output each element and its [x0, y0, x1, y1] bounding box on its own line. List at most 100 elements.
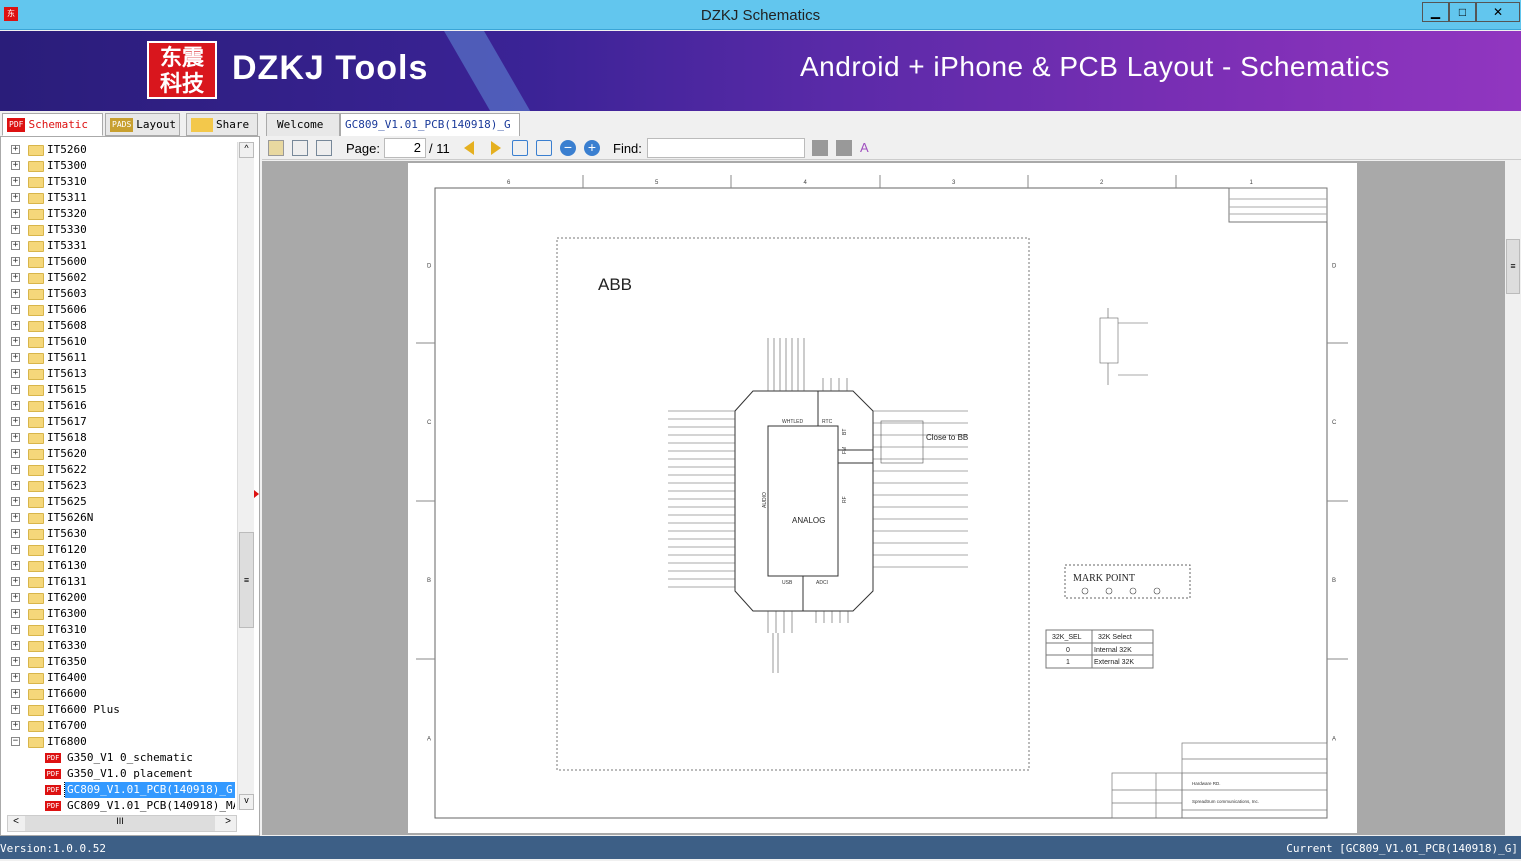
expand-icon[interactable]: + — [11, 417, 20, 426]
expand-icon[interactable]: + — [11, 529, 20, 538]
expand-icon[interactable]: + — [11, 481, 20, 490]
tree-folder[interactable]: + IT5602 — [1, 270, 235, 286]
tree-folder[interactable]: + IT5618 — [1, 430, 235, 446]
tab-welcome[interactable]: Welcome — [266, 113, 340, 136]
expand-icon[interactable]: + — [11, 161, 20, 170]
expand-icon[interactable]: + — [11, 625, 20, 634]
tree-folder[interactable]: + IT6400 — [1, 670, 235, 686]
tree-folder[interactable]: + IT5615 — [1, 382, 235, 398]
open-icon[interactable] — [268, 140, 284, 156]
tree-folder[interactable]: + IT5260 — [1, 142, 235, 158]
tree-folder[interactable]: + IT5606 — [1, 302, 235, 318]
minimize-button[interactable]: ▁ — [1422, 2, 1449, 22]
expand-icon[interactable]: + — [11, 561, 20, 570]
tree-folder[interactable]: + IT6200 — [1, 590, 235, 606]
tree-folder[interactable]: + IT5616 — [1, 398, 235, 414]
splitter-arrow-icon[interactable] — [254, 490, 259, 498]
scroll-up-arrow-icon[interactable]: ^ — [239, 142, 254, 158]
tree-folder[interactable]: + IT6300 — [1, 606, 235, 622]
tree-folder[interactable]: + IT5623 — [1, 478, 235, 494]
tree-folder[interactable]: + IT6310 — [1, 622, 235, 638]
tree-folder[interactable]: + IT6350 — [1, 654, 235, 670]
tree-folder[interactable]: + IT5610 — [1, 334, 235, 350]
previous-page-icon[interactable] — [464, 141, 474, 155]
expand-icon[interactable]: + — [11, 673, 20, 682]
tree-folder[interactable]: + IT5320 — [1, 206, 235, 222]
tree-folder[interactable]: + IT6120 — [1, 542, 235, 558]
tab-document[interactable]: GC809_V1.01_PCB(140918)_G × — [340, 113, 520, 152]
document-viewer[interactable]: 6 5 4 3 2 1 D D C C B B A A ABB ANALOG WHTLED RTC AUD… — [262, 161, 1505, 835]
expand-icon[interactable]: + — [11, 705, 20, 714]
scroll-thumb[interactable]: ≡ — [239, 532, 254, 628]
scroll-down-arrow-icon[interactable]: v — [239, 794, 254, 810]
match-case-icon[interactable]: A — [860, 140, 876, 156]
tree-folder[interactable]: + IT5311 — [1, 190, 235, 206]
page-prev-icon[interactable] — [292, 140, 308, 156]
expand-icon[interactable]: + — [11, 577, 20, 586]
tree-folder[interactable]: + IT6131 — [1, 574, 235, 590]
expand-icon[interactable]: + — [11, 257, 20, 266]
tree-folder[interactable]: + IT5330 — [1, 222, 235, 238]
expand-icon[interactable]: + — [11, 545, 20, 554]
page-input[interactable]: 2 — [384, 138, 426, 158]
expand-icon[interactable]: + — [11, 241, 20, 250]
expand-icon[interactable]: + — [11, 337, 20, 346]
tree-folder[interactable]: + IT5608 — [1, 318, 235, 334]
tree-folder[interactable]: + IT6600 Plus — [1, 702, 235, 718]
expand-icon[interactable]: + — [11, 321, 20, 330]
tree-folder[interactable]: + IT5331 — [1, 238, 235, 254]
tree-folder[interactable]: + IT5626N — [1, 510, 235, 526]
fit-page-icon[interactable] — [536, 140, 552, 156]
expand-icon[interactable]: + — [11, 657, 20, 666]
tree-folder[interactable]: + IT5613 — [1, 366, 235, 382]
expand-icon[interactable]: + — [11, 209, 20, 218]
expand-icon[interactable]: + — [11, 721, 20, 730]
expand-icon[interactable]: + — [11, 433, 20, 442]
expand-icon[interactable]: + — [11, 449, 20, 458]
zoom-out-icon[interactable]: − — [560, 140, 576, 156]
tree-folder[interactable]: + IT6330 — [1, 638, 235, 654]
tree-folder[interactable]: + IT5622 — [1, 462, 235, 478]
close-button[interactable]: ✕ — [1476, 2, 1520, 22]
collapse-icon[interactable]: − — [11, 737, 20, 746]
tree-folder[interactable]: + IT5600 — [1, 254, 235, 270]
expand-icon[interactable]: + — [11, 353, 20, 362]
scroll-right-arrow-icon[interactable]: > — [220, 816, 236, 831]
tree-file[interactable]: PDF GC809_V1.01_PCB(140918)_MARK — [1, 798, 235, 814]
maximize-button[interactable]: □ — [1449, 2, 1476, 22]
expand-icon[interactable]: + — [11, 369, 20, 378]
expand-icon[interactable]: + — [11, 513, 20, 522]
h-scroll-thumb[interactable]: III — [25, 816, 215, 831]
viewer-vertical-scrollbar[interactable]: ≡ — [1505, 161, 1521, 835]
tree-folder[interactable]: + IT5620 — [1, 446, 235, 462]
expand-icon[interactable]: + — [11, 305, 20, 314]
tree-folder[interactable]: − IT6800 — [1, 734, 235, 750]
expand-icon[interactable]: + — [11, 289, 20, 298]
tree-folder[interactable]: + IT6600 — [1, 686, 235, 702]
next-page-icon[interactable] — [491, 141, 501, 155]
expand-icon[interactable]: + — [11, 385, 20, 394]
tree-folder[interactable]: + IT5630 — [1, 526, 235, 542]
tree-folder[interactable]: + IT5625 — [1, 494, 235, 510]
expand-icon[interactable]: + — [11, 689, 20, 698]
expand-icon[interactable]: + — [11, 641, 20, 650]
expand-icon[interactable]: + — [11, 273, 20, 282]
expand-icon[interactable]: + — [11, 145, 20, 154]
viewer-scroll-thumb[interactable]: ≡ — [1506, 239, 1520, 294]
tree-folder[interactable]: + IT5300 — [1, 158, 235, 174]
find-previous-icon[interactable] — [812, 140, 828, 156]
tree-vertical-scrollbar[interactable]: ^ ≡ v — [237, 142, 254, 810]
expand-icon[interactable]: + — [11, 401, 20, 410]
tree-folder[interactable]: + IT5617 — [1, 414, 235, 430]
tree-folder[interactable]: + IT5603 — [1, 286, 235, 302]
expand-icon[interactable]: + — [11, 465, 20, 474]
tree-folder[interactable]: + IT5611 — [1, 350, 235, 366]
expand-icon[interactable]: + — [11, 593, 20, 602]
tree-file[interactable]: PDF G350_V1 0_schematic — [1, 750, 235, 766]
tree-folder[interactable]: + IT6130 — [1, 558, 235, 574]
tree-file[interactable]: PDF GC809_V1.01_PCB(140918)_G — [1, 782, 235, 798]
zoom-in-icon[interactable]: + — [584, 140, 600, 156]
expand-icon[interactable]: + — [11, 609, 20, 618]
tab-schematic[interactable]: PDF Schematic — [2, 113, 103, 136]
expand-icon[interactable]: + — [11, 177, 20, 186]
